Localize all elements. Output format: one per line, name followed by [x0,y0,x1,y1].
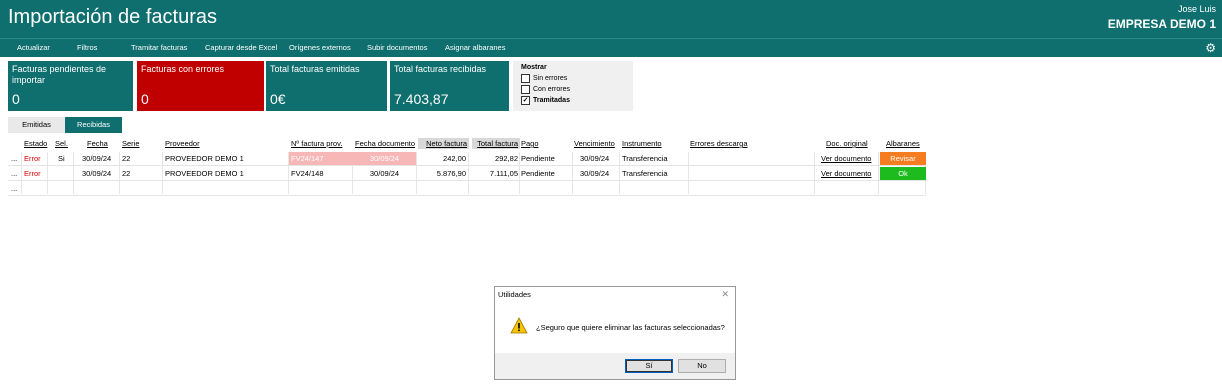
card-label: Total facturas emitidas [270,64,360,74]
col-nfactura[interactable]: Nº factura prov. [291,139,342,148]
cell-sel[interactable]: Si [58,154,65,163]
checkbox-box-checked[interactable]: ✓ [521,96,530,105]
cell-serie: 22 [122,169,131,178]
menu-subir-documentos[interactable]: Subir documentos [367,43,427,52]
menu-origenes-externos[interactable]: Orígenes externos [289,43,351,52]
cell-pago: Pendiente [521,154,555,163]
col-fecha[interactable]: Fecha [87,139,108,148]
card-value: 0€ [270,91,286,107]
row-menu[interactable]: ... [11,184,17,193]
yes-button[interactable]: Sí [625,359,673,373]
mostrar-panel: Mostrar Sin errores Con errores ✓ Tramit… [513,61,633,111]
table-row[interactable]: ... Error 30/09/24 22 PROVEEDOR DEMO 1 F… [8,167,926,181]
cell-vencimiento: 30/09/24 [580,154,610,163]
cell-fechadoc-highlight: 30/09/24 [353,152,416,165]
user-name: Jose Luis [1177,4,1216,14]
card-errores[interactable]: Facturas con errores 0 [137,61,264,111]
card-value: 7.403,87 [394,91,449,107]
no-button[interactable]: No [678,359,726,373]
ok-button[interactable]: Ok [880,167,926,180]
card-label: Facturas con errores [141,64,225,74]
gear-icon[interactable]: ⚙ [1205,41,1216,55]
cell-total: 292,82 [495,154,518,163]
col-proveedor[interactable]: Proveedor [165,139,200,148]
cell-fechadoc: 30/09/24 [369,154,400,163]
card-pendientes[interactable]: Facturas pendientes de importar 0 [8,61,133,111]
toolbar: Actualizar Filtros Tramitar facturas Cap… [0,38,1222,57]
checkbox-con-errores[interactable]: Con errores [521,85,570,94]
cell-nfactura: FV24/147 [291,154,324,163]
card-label: Facturas pendientes de importar [12,64,107,85]
dialog-footer: Sí No [495,353,735,379]
cell-proveedor: PROVEEDOR DEMO 1 [165,154,244,163]
checkbox-sin-errores[interactable]: Sin errores [521,74,567,83]
warning-icon [510,317,528,334]
col-instrumento[interactable]: Instrumento [622,139,662,148]
menu-filtros[interactable]: Filtros [77,43,97,52]
menu-capturar-excel[interactable]: Capturar desde Excel [205,43,277,52]
card-value: 0 [12,91,20,107]
col-doc[interactable]: Doc. original [826,139,868,148]
tab-recibidas[interactable]: Recibidas [65,117,122,133]
cell-fecha: 30/09/24 [82,154,112,163]
col-estado[interactable]: Estado [24,139,47,148]
col-vencimiento[interactable]: Vencimiento [574,139,615,148]
table-row-new[interactable]: ... [8,182,926,196]
cell-instrumento: Transferencia [622,154,668,163]
checkbox-box[interactable] [521,74,530,83]
cell-serie: 22 [122,154,131,163]
menu-asignar-albaranes[interactable]: Asignar albaranes [445,43,505,52]
checkbox-box[interactable] [521,85,530,94]
cell-estado: Error [24,169,41,178]
cell-fechadoc: 30/09/24 [369,169,400,178]
card-label: Total facturas recibidas [394,64,487,74]
dialog-title: Utilidades [498,290,531,299]
col-albaranes[interactable]: Albaranes [886,139,920,148]
ver-documento-link[interactable]: Ver documento [821,169,871,178]
cell-neto: 242,00 [443,154,466,163]
col-errores[interactable]: Errores descarga [690,139,748,148]
title-bar: Importación de facturas Jose Luis EMPRES… [0,0,1222,38]
dialog-message: ¿Seguro que quiere eliminar las facturas… [536,323,725,332]
row-menu[interactable]: ... [11,169,17,178]
col-total[interactable]: Total factura [472,138,520,149]
cell-nfactura: FV24/148 [291,169,324,178]
col-neto[interactable]: Neto factura [418,138,469,149]
mostrar-title: Mostrar [521,64,547,71]
cell-pago: Pendiente [521,169,555,178]
ver-documento-link[interactable]: Ver documento [821,154,871,163]
card-emitidas[interactable]: Total facturas emitidas 0€ [266,61,387,111]
cell-total: 7.111,05 [489,169,518,178]
page-title: Importación de facturas [8,6,217,28]
cell-fecha: 30/09/24 [82,169,112,178]
cell-nfactura-highlight: FV24/147 [289,152,354,165]
row-menu[interactable]: ... [11,154,17,163]
cell-neto: 5.876,90 [436,169,466,178]
cell-instrumento: Transferencia [622,169,668,178]
card-value: 0 [141,91,149,107]
confirm-dialog: Utilidades ✕ ¿Seguro que quiere eliminar… [494,286,736,380]
close-icon[interactable]: ✕ [721,289,729,300]
cell-proveedor: PROVEEDOR DEMO 1 [165,169,244,178]
table-row[interactable]: ... Error Si 30/09/24 22 PROVEEDOR DEMO … [8,152,926,166]
revisar-button[interactable]: Revisar [880,152,926,165]
col-pago[interactable]: Pago [521,139,539,148]
cell-vencimiento: 30/09/24 [580,169,610,178]
company-name: EMPRESA DEMO 1 [1107,17,1216,31]
col-sel[interactable]: Sel. [55,139,68,148]
checkbox-tramitadas[interactable]: ✓ Tramitadas [521,96,570,105]
col-fechadoc[interactable]: Fecha documento [355,139,415,148]
card-recibidas[interactable]: Total facturas recibidas 7.403,87 [390,61,509,111]
col-serie[interactable]: Serie [122,139,140,148]
cell-estado: Error [24,154,41,163]
menu-tramitar-facturas[interactable]: Tramitar facturas [131,43,187,52]
menu-actualizar[interactable]: Actualizar [17,43,50,52]
tab-emitidas[interactable]: Emitidas [8,117,65,133]
